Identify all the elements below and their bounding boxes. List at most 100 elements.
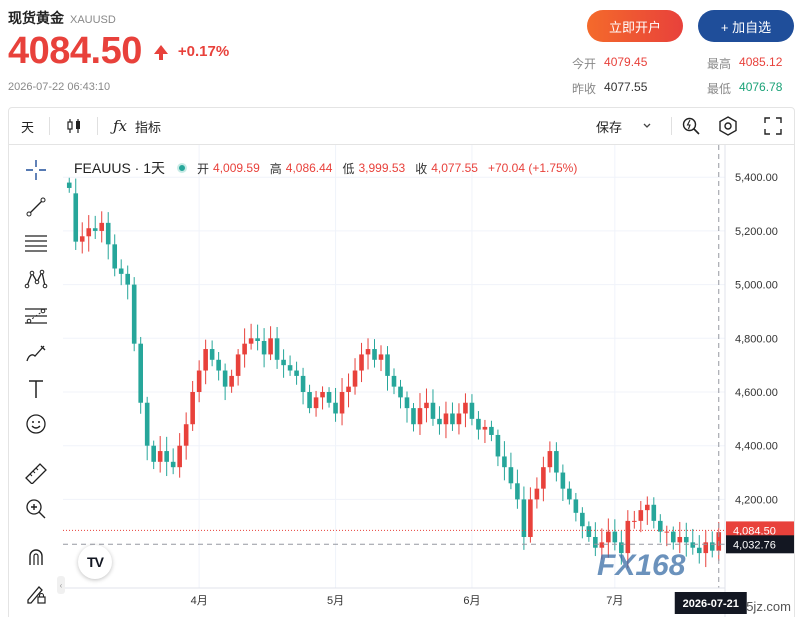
indicators-button[interactable]: ƒx 指标: [113, 108, 161, 144]
time-tick-label: 4月: [191, 595, 208, 607]
drawing-toolbar: [8, 145, 63, 617]
legend-change-value: +70.04 (+1.75%): [487, 161, 578, 175]
indicators-label: 指标: [135, 119, 162, 135]
chart-legend: FEAUUS · 1天 开 4,009.59 高 4,086.44 低 3,999.5…: [74, 158, 583, 178]
zoom-in-icon: [26, 499, 46, 519]
stat-low: 最低 4076.78: [707, 80, 782, 97]
horizontal-lines-tool[interactable]: [23, 230, 49, 256]
legend-symbol: FEAUUS · 1天: [74, 160, 166, 176]
legend-open-value: 4,009.59: [213, 161, 260, 175]
crosshair-tool[interactable]: [23, 157, 49, 183]
candle-body: [469, 402, 475, 419]
candle-body: [567, 488, 572, 500]
open-account-button[interactable]: 立即开户: [587, 10, 683, 42]
candle-body: [683, 536, 689, 543]
candle-body: [664, 531, 670, 533]
candle-body: [632, 520, 637, 522]
candle-body: [709, 542, 715, 551]
candle-body: [612, 531, 618, 543]
trendline-icon: [26, 197, 46, 217]
magnet-tool[interactable]: [23, 544, 49, 570]
candle-body: [300, 375, 306, 393]
fx168-watermark: FX168: [597, 549, 686, 582]
candle-body: [651, 504, 657, 521]
candle-body: [547, 451, 553, 468]
instrument-name: 现货黄金: [8, 10, 64, 26]
fib-tool[interactable]: [23, 303, 49, 329]
candlestick-chart[interactable]: 5,400.00 5,200.00 5,000.00 4,800.00 4,600.00…: [63, 145, 795, 617]
candlestick-icon: [67, 119, 80, 133]
candle-body: [99, 222, 105, 231]
candle-body: [164, 451, 169, 462]
candle-body: [534, 488, 540, 500]
legend-open-key: 开: [197, 161, 210, 176]
legend-close-value: 4,077.55: [431, 161, 478, 175]
chart-toolbar: 天 ƒx 指标 保存: [8, 107, 795, 145]
price-chart[interactable]: 5,400.00 5,200.00 5,000.00 4,800.00 4,600.00…: [63, 145, 795, 617]
lock-drawing-tool[interactable]: [23, 581, 49, 607]
fullscreen-button[interactable]: [764, 108, 782, 144]
candle-body: [287, 365, 293, 371]
toolbar-divider: [671, 117, 672, 135]
candle-body: [248, 338, 254, 344]
pattern-icon: [24, 269, 48, 289]
candle-body: [690, 542, 696, 548]
settings-button[interactable]: [717, 108, 739, 144]
stat-open-value: 4079.45: [604, 55, 648, 69]
collapse-toolbar-button[interactable]: ‹: [57, 576, 65, 594]
text-icon: [29, 380, 43, 398]
candle-body: [365, 349, 371, 355]
candle-body: [593, 536, 598, 548]
trendline-tool[interactable]: [23, 194, 49, 220]
toolbar-divider: [49, 117, 50, 135]
candle-body: [580, 512, 585, 527]
time-tick-label: 7月: [606, 595, 623, 607]
interval-button[interactable]: 天: [21, 108, 34, 144]
candle-body: [242, 343, 247, 355]
measure-tool[interactable]: [23, 460, 49, 486]
pattern-tool[interactable]: [23, 266, 49, 292]
candle-body: [281, 359, 286, 366]
candle-body: [476, 418, 481, 430]
candle-body: [92, 228, 98, 231]
fibonacci-icon: [25, 308, 47, 324]
candle-body: [170, 461, 176, 468]
candle-body: [645, 504, 650, 511]
add-watchlist-button[interactable]: + 加自选: [698, 10, 794, 42]
candle-body: [424, 402, 429, 409]
stat-prev-value: 4077.55: [604, 80, 648, 94]
crosshair-icon: [26, 160, 46, 180]
candle-type-button[interactable]: [65, 108, 83, 144]
legend-low-value: 3,999.53: [358, 161, 406, 175]
tradingview-logo[interactable]: TV: [78, 545, 112, 579]
crosshair-price-label: 4,032.76: [733, 539, 776, 551]
candle-body: [203, 349, 208, 371]
candle-body: [196, 370, 202, 393]
brush-icon: [26, 345, 46, 362]
candle-body: [398, 386, 403, 398]
candle-body: [216, 359, 221, 371]
text-tool[interactable]: [23, 376, 49, 402]
candle-body: [125, 273, 131, 285]
page: 现货黄金 XAUUSD 4084.50 +0.17% 2026-07-22 06…: [0, 0, 803, 620]
candle-body: [528, 499, 533, 537]
stat-low-value: 4076.78: [739, 80, 783, 94]
candle-body: [268, 338, 273, 355]
quick-search-button[interactable]: [681, 108, 701, 144]
stat-low-label: 最低: [707, 82, 732, 96]
crosshair-date-label: 2026-07-21: [683, 598, 739, 610]
candle-body: [554, 451, 559, 473]
emoji-tool[interactable]: [23, 411, 49, 437]
candle-body: [73, 193, 79, 242]
candle-body: [229, 375, 234, 387]
parallel-lines-icon: [25, 235, 47, 252]
candle-body: [326, 392, 332, 403]
zoom-tool[interactable]: [23, 496, 49, 522]
candle-body: [489, 426, 494, 435]
stat-prev: 昨收 4077.55: [572, 80, 647, 97]
save-button[interactable]: 保存: [596, 108, 652, 144]
candle-body: [541, 467, 546, 489]
candle-body: [385, 354, 390, 376]
candle-body: [411, 408, 416, 425]
brush-tool[interactable]: [23, 340, 49, 366]
